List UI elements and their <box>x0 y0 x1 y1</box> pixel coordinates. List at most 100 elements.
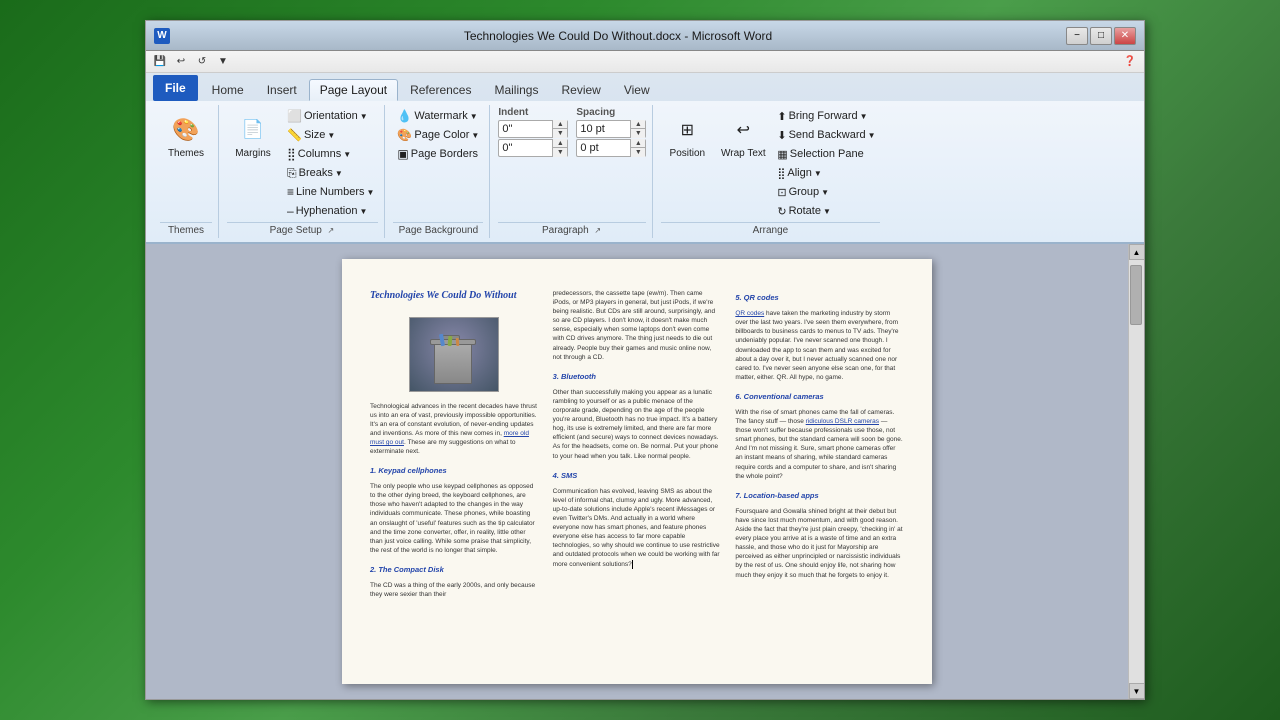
hyphenation-button[interactable]: – Hyphenation ▼ <box>283 202 371 220</box>
rotate-icon: ↻ <box>777 205 786 218</box>
position-icon: ⊞ <box>671 114 703 146</box>
paragraph-group: Indent 0" ▲ ▼ 0" ▲ <box>492 105 653 238</box>
save-quick-btn[interactable]: 💾 <box>151 53 169 71</box>
quick-access-toolbar: 💾 ↩ ↺ ▼ ❓ <box>146 51 1144 73</box>
doc-heading-7: 7. Location-based apps <box>735 491 904 501</box>
doc-heading-6: 6. Conventional cameras <box>735 392 904 402</box>
indent-right-arrows: ▲ ▼ <box>552 139 567 157</box>
scroll-track[interactable] <box>1129 260 1144 683</box>
align-button[interactable]: ⣿ Align ▼ <box>773 164 825 182</box>
document-content: Technologies We Could Do Without <box>146 244 1128 699</box>
arrange-group: ⊞ Position ↩ Wrap Text ⬆ Bring Forward ▼ <box>655 105 885 238</box>
doc-column-1: Technologies We Could Do Without <box>370 289 539 654</box>
indent-left-spinbox[interactable]: 0" ▲ ▼ <box>498 120 568 138</box>
group-button[interactable]: ⊡ Group ▼ <box>773 183 833 201</box>
themes-group: 🎨 Themes Themes <box>154 105 219 238</box>
spacing-after-arrows: ▲ ▼ <box>630 139 645 157</box>
spacing-before-spinbox[interactable]: 10 pt ▲ ▼ <box>576 120 646 138</box>
title-bar: W Technologies We Could Do Without.docx … <box>146 21 1144 51</box>
scroll-down-button[interactable]: ▼ <box>1129 683 1145 699</box>
line-numbers-icon: ≡ <box>287 185 294 199</box>
redo-quick-btn[interactable]: ↺ <box>193 53 211 71</box>
close-button[interactable]: ✕ <box>1114 27 1136 45</box>
tab-insert[interactable]: Insert <box>256 79 308 101</box>
paragraph-expand-icon[interactable]: ↗ <box>593 226 603 236</box>
doc-text-1: The only people who use keypad cellphone… <box>370 482 539 555</box>
indent-spacing-area: Indent 0" ▲ ▼ 0" ▲ <box>498 107 646 157</box>
arrange-group-label: Arrange <box>661 222 879 238</box>
page-setup-col: ⬜ Orientation ▼ 📏 Size ▼ ⣿ Columns <box>283 107 378 220</box>
tab-view[interactable]: View <box>613 79 661 101</box>
minimize-button[interactable]: − <box>1066 27 1088 45</box>
bring-forward-button[interactable]: ⬆ Bring Forward ▼ <box>773 107 871 125</box>
document-image <box>409 317 499 392</box>
page-background-group-label: Page Background <box>393 222 483 238</box>
window-title: Technologies We Could Do Without.docx - … <box>170 29 1066 43</box>
tab-mailings[interactable]: Mailings <box>483 79 549 101</box>
hyphenation-icon: – <box>287 204 294 218</box>
vertical-scrollbar: ▲ ▼ <box>1128 244 1144 699</box>
page-borders-button[interactable]: ▣ Page Borders <box>393 145 482 163</box>
indent-col: Indent 0" ▲ ▼ 0" ▲ <box>498 107 568 157</box>
page-setup-group-label: Page Setup ↗ <box>227 222 378 238</box>
columns-button[interactable]: ⣿ Columns ▼ <box>283 145 355 163</box>
document-area: Technologies We Could Do Without <box>146 244 1144 699</box>
spacing-after-down[interactable]: ▼ <box>631 148 645 157</box>
page-background-content: 💧 Watermark ▼ 🎨 Page Color ▼ ▣ Page Bord… <box>393 105 483 222</box>
page-setup-group: 📄 Margins ⬜ Orientation ▼ 📏 Size ▼ <box>221 105 385 238</box>
spacing-before-up[interactable]: ▲ <box>631 120 645 129</box>
spacing-before-down[interactable]: ▼ <box>631 129 645 138</box>
size-button[interactable]: 📏 Size ▼ <box>283 126 339 144</box>
themes-button[interactable]: 🎨 Themes <box>160 107 212 165</box>
document-page[interactable]: Technologies We Could Do Without <box>342 259 932 684</box>
breaks-button[interactable]: ⎘ Breaks ▼ <box>283 164 347 182</box>
indent-right-up[interactable]: ▲ <box>553 139 567 148</box>
selection-pane-button[interactable]: ▦ Selection Pane <box>773 145 867 163</box>
doc-heading-2: 2. The Compact Disk <box>370 565 539 575</box>
spacing-after-up[interactable]: ▲ <box>631 139 645 148</box>
page-setup-expand-icon[interactable]: ↗ <box>326 226 336 236</box>
tab-page-layout[interactable]: Page Layout <box>309 79 398 101</box>
watermark-button[interactable]: 💧 Watermark ▼ <box>393 107 481 125</box>
wrap-text-button[interactable]: ↩ Wrap Text <box>717 107 769 165</box>
doc-heading-1: 1. Keypad cellphones <box>370 466 539 476</box>
doc-column-2: predecessors, the cassette tape (ew/m). … <box>553 289 722 654</box>
indent-right-value: 0" <box>499 142 552 154</box>
page-color-button[interactable]: 🎨 Page Color ▼ <box>393 126 483 144</box>
margins-button[interactable]: 📄 Margins <box>227 107 279 165</box>
rotate-button[interactable]: ↻ Rotate ▼ <box>773 202 835 220</box>
indent-left-up[interactable]: ▲ <box>553 120 567 129</box>
quick-toolbar-more-btn[interactable]: ▼ <box>214 53 232 71</box>
themes-icon: 🎨 <box>170 114 202 146</box>
spacing-after-spinbox[interactable]: 0 pt ▲ ▼ <box>576 139 646 157</box>
scroll-up-button[interactable]: ▲ <box>1129 244 1145 260</box>
doc-heading-3: 3. Bluetooth <box>553 372 722 382</box>
indent-right-down[interactable]: ▼ <box>553 148 567 157</box>
line-numbers-button[interactable]: ≡ Line Numbers ▼ <box>283 183 378 201</box>
spacing-label: Spacing <box>576 107 646 118</box>
send-backward-button[interactable]: ⬇ Send Backward ▼ <box>773 126 879 144</box>
tab-review[interactable]: Review <box>550 79 611 101</box>
tab-references[interactable]: References <box>399 79 482 101</box>
columns-icon: ⣿ <box>287 147 296 161</box>
themes-group-label: Themes <box>160 222 212 238</box>
text-cursor <box>632 560 633 569</box>
indent-left-down[interactable]: ▼ <box>553 129 567 138</box>
orientation-icon: ⬜ <box>287 109 302 123</box>
indent-right-spinbox[interactable]: 0" ▲ ▼ <box>498 139 568 157</box>
doc-text-2-cont: predecessors, the cassette tape (ew/m). … <box>553 289 722 362</box>
help-icon[interactable]: ❓ <box>1121 53 1139 71</box>
scroll-thumb[interactable] <box>1130 265 1142 325</box>
doc-text-7: Foursquare and Gowalla shined bright at … <box>735 507 904 580</box>
arrange-content: ⊞ Position ↩ Wrap Text ⬆ Bring Forward ▼ <box>661 105 879 222</box>
wrap-text-icon: ↩ <box>727 114 759 146</box>
undo-quick-btn[interactable]: ↩ <box>172 53 190 71</box>
group-icon: ⊡ <box>777 186 786 199</box>
orientation-button[interactable]: ⬜ Orientation ▼ <box>283 107 372 125</box>
app-icon: W <box>154 28 170 44</box>
maximize-button[interactable]: □ <box>1090 27 1112 45</box>
tab-home[interactable]: Home <box>201 79 255 101</box>
doc-heading-4: 4. SMS <box>553 471 722 481</box>
position-button[interactable]: ⊞ Position <box>661 107 713 165</box>
tab-file[interactable]: File <box>153 75 198 101</box>
